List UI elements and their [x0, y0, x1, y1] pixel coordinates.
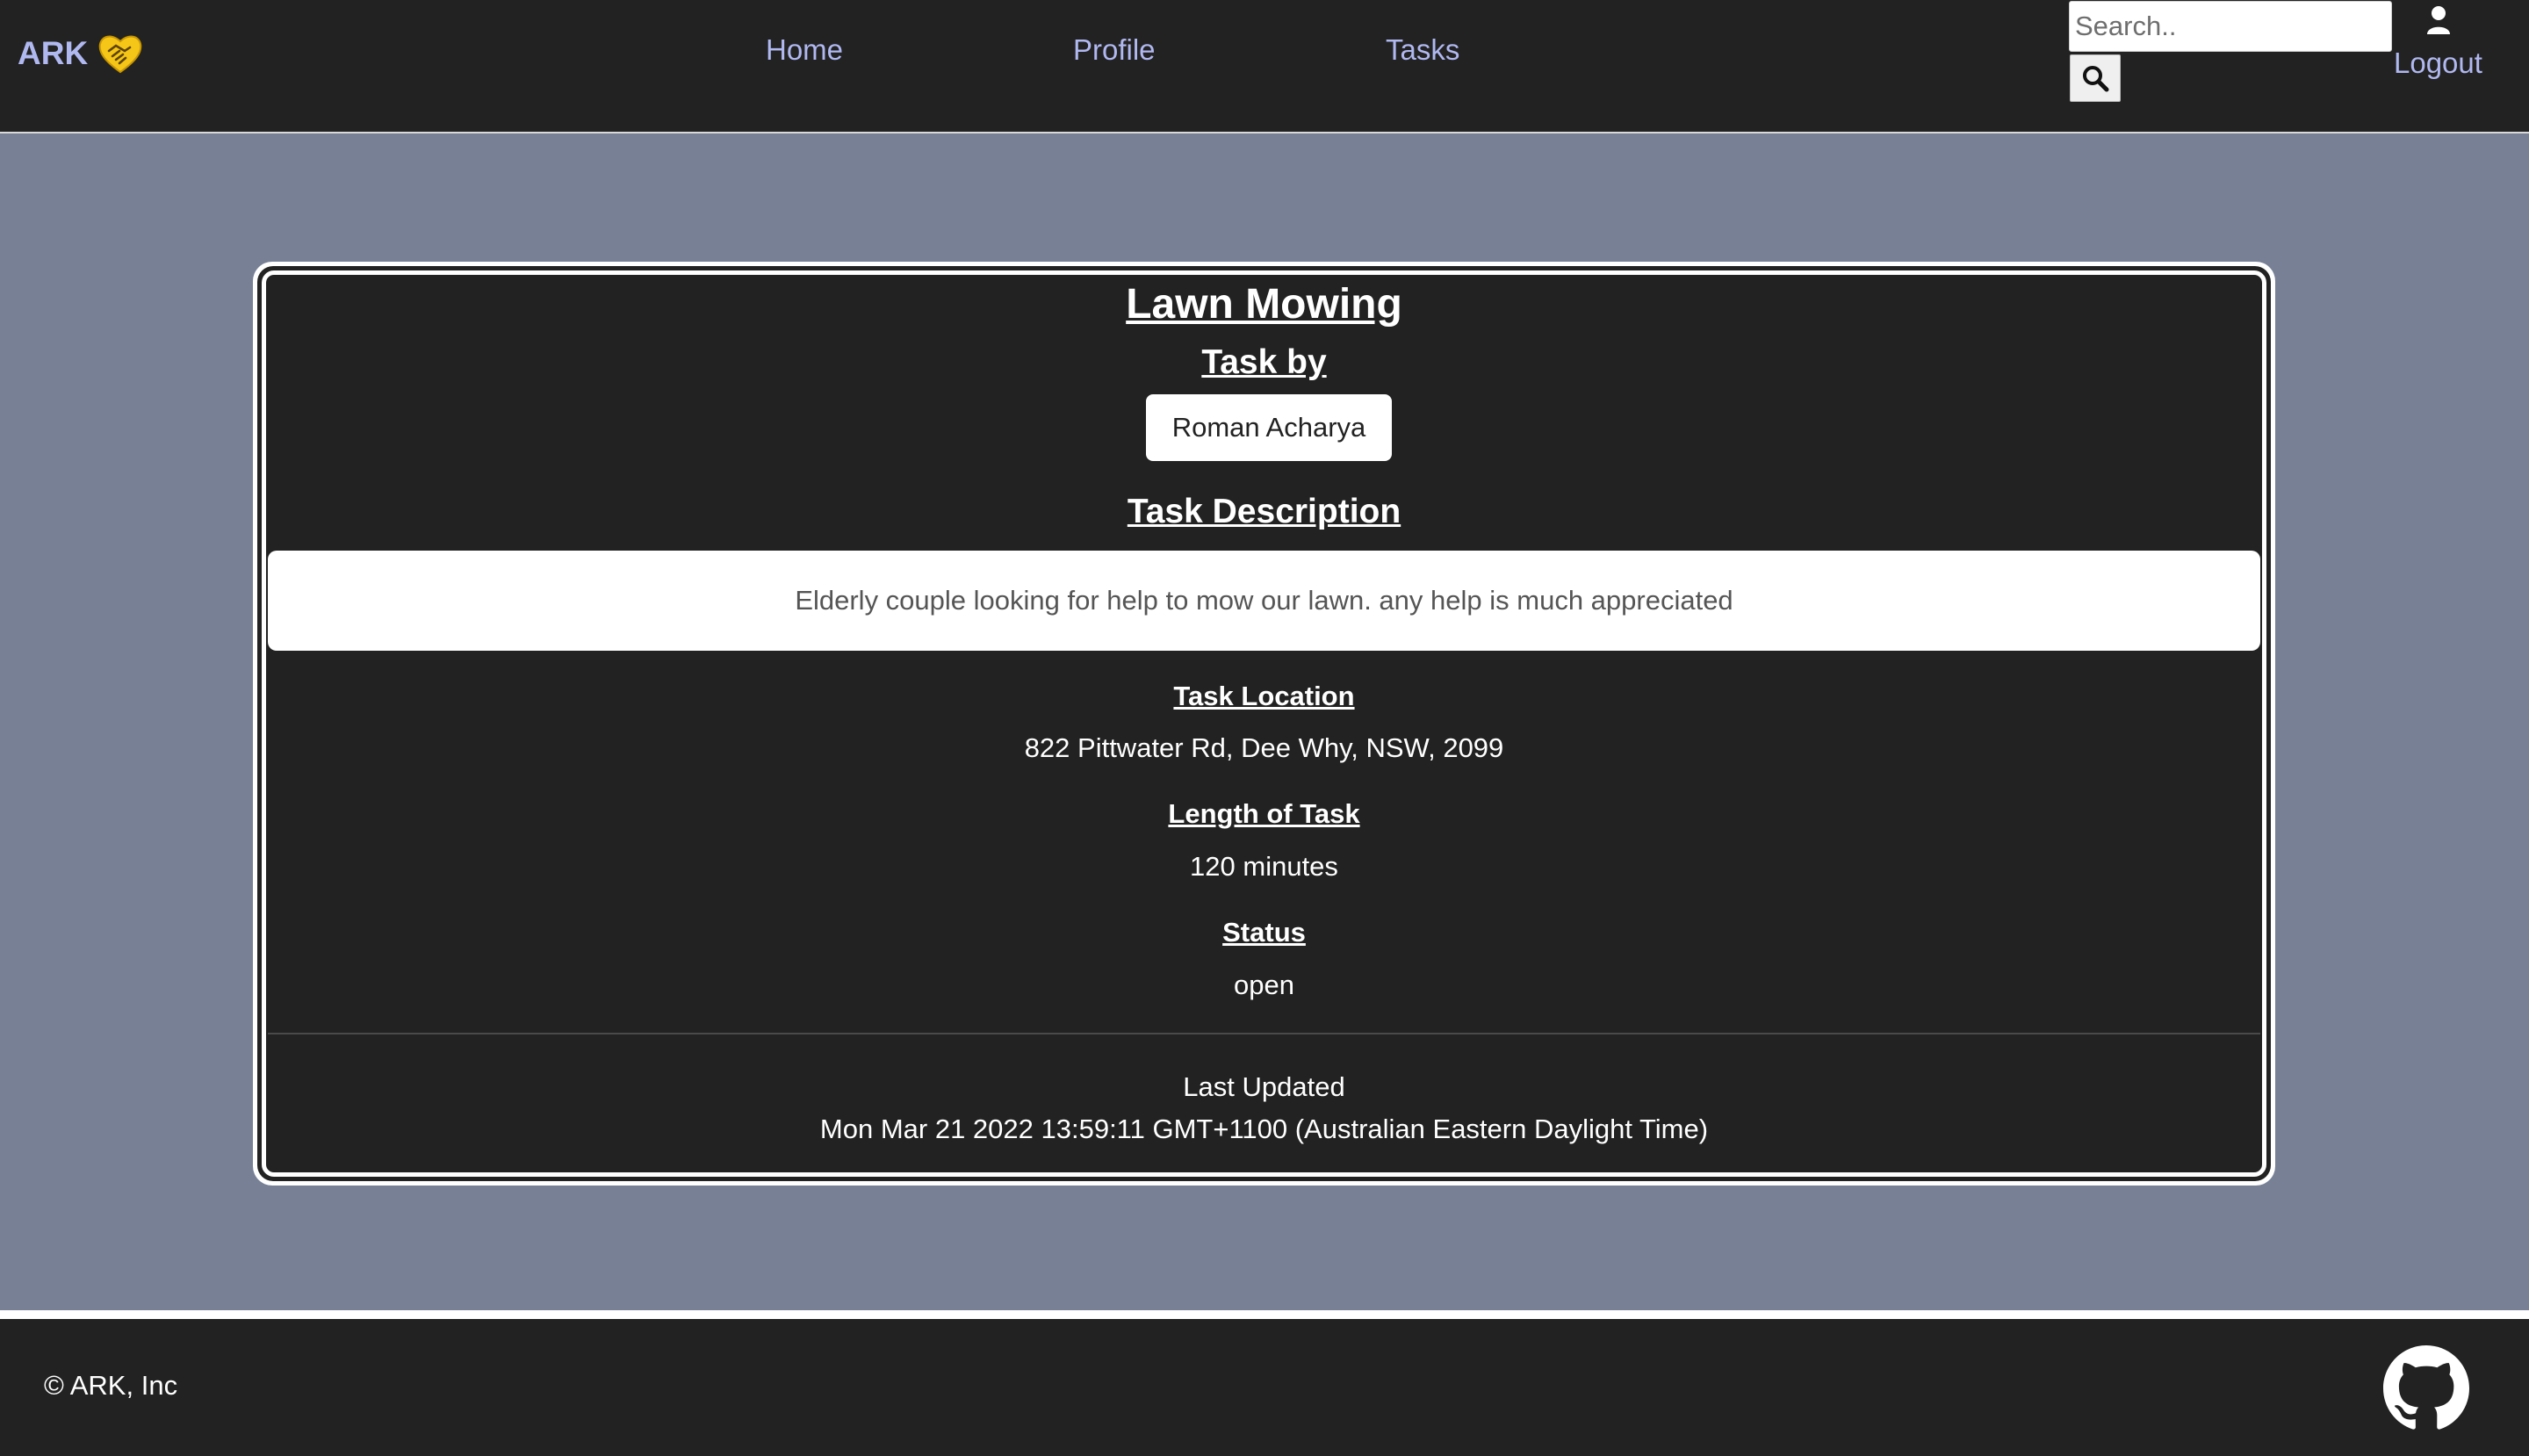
- user-icon: [2427, 6, 2450, 34]
- task-description-heading: Task Description: [1127, 493, 1401, 530]
- task-status-label: Status: [1222, 917, 1306, 948]
- nav-tasks[interactable]: Tasks: [1386, 33, 1459, 67]
- brand-name: ARK: [18, 35, 89, 71]
- last-updated-value: Mon Mar 21 2022 13:59:11 GMT+1100 (Austr…: [819, 1114, 1709, 1144]
- card-body: Lawn Mowing Task by Roman Acharya Task D…: [257, 266, 2271, 1181]
- task-status: open: [1234, 969, 1294, 1000]
- task-card: Lawn Mowing Task by Roman Acharya Task D…: [253, 262, 2275, 1186]
- card-divider: [268, 1033, 2260, 1034]
- github-icon[interactable]: [2383, 1345, 2469, 1431]
- brand[interactable]: ARK: [18, 32, 144, 76]
- task-title: Lawn Mowing: [1126, 281, 1402, 328]
- copyright: © ARK, Inc: [44, 1370, 178, 1401]
- task-length-label: Length of Task: [1168, 798, 1360, 829]
- task-description: Elderly couple looking for help to mow o…: [268, 551, 2260, 651]
- task-location-label: Task Location: [1173, 681, 1355, 711]
- last-updated-label: Last Updated: [1183, 1071, 1345, 1102]
- search-icon: [2083, 66, 2109, 92]
- nav-profile[interactable]: Profile: [1073, 33, 1156, 67]
- author-button[interactable]: Roman Acharya: [1146, 394, 1392, 461]
- navbar: ARK Home Profile Tasks Logout: [0, 0, 2529, 133]
- task-location: 822 Pittwater Rd, Dee Why, NSW, 2099: [1024, 732, 1504, 763]
- search-button[interactable]: [2070, 54, 2121, 102]
- logout-link[interactable]: Logout: [2394, 47, 2482, 80]
- task-by-heading: Task by: [1201, 343, 1327, 381]
- footer: © ARK, Inc: [0, 1319, 2529, 1456]
- handshake-heart-icon: [98, 35, 142, 74]
- task-length: 120 minutes: [1190, 851, 1338, 882]
- footer-separator: [0, 1310, 2529, 1319]
- search-input[interactable]: [2069, 1, 2392, 52]
- nav-home[interactable]: Home: [766, 33, 843, 67]
